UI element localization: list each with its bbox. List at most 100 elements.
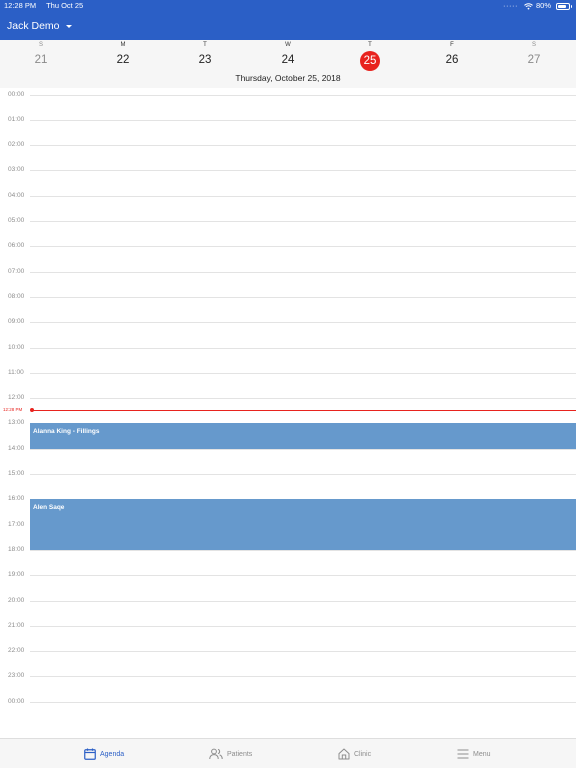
day-number: 22 (116, 54, 130, 66)
day-mon[interactable]: M 22 (103, 40, 143, 70)
day-number: 27 (527, 54, 541, 66)
hour-label: 05:00 (8, 217, 25, 224)
tab-patients[interactable]: Patients (209, 739, 252, 768)
hour-divider (30, 625, 576, 627)
hour-label: 13:00 (8, 419, 25, 427)
hour-divider (30, 94, 576, 96)
tab-label: Patients (227, 750, 253, 758)
day-number: 26 (445, 54, 459, 66)
hour-label: 21:00 (8, 621, 25, 629)
tab-label: Menu (473, 750, 491, 758)
hour-divider (30, 448, 576, 450)
hour-divider (30, 347, 576, 349)
hour-label: 20:00 (8, 596, 25, 604)
hour-label: 15:00 (8, 470, 25, 477)
hour-divider (30, 322, 576, 324)
hour-label: 00:00 (8, 90, 25, 98)
day-number: 24 (281, 54, 295, 66)
hour-label: 09:00 (8, 318, 25, 326)
hour-label: 02:00 (8, 141, 25, 149)
status-right: ····· 80% (502, 0, 572, 12)
hour-divider (30, 246, 576, 248)
day-number: 25 (360, 51, 380, 71)
hour-label: 10:00 (8, 343, 25, 351)
day-letter: T (203, 42, 207, 48)
week-strip: S 21 M 22 T 23 W 24 T 25 F 26 S 27 Thurs… (0, 40, 576, 88)
day-number: 23 (198, 54, 212, 66)
hour-divider (30, 170, 576, 172)
tab-agenda[interactable]: Agenda (84, 739, 124, 768)
hour-divider (30, 195, 576, 197)
day-letter: F (450, 42, 454, 48)
hour-label: 19:00 (8, 571, 25, 579)
day-sat[interactable]: S 27 (514, 40, 554, 70)
tab-label: Clinic (354, 750, 372, 758)
appointment-title: Alen Saqe (33, 504, 65, 512)
hour-label: 23:00 (8, 672, 25, 680)
day-thu[interactable]: T 25 (350, 40, 390, 71)
hour-divider (30, 398, 576, 400)
day-tue[interactable]: T 23 (185, 40, 225, 70)
hour-divider (30, 474, 576, 475)
hour-divider (30, 575, 576, 577)
appointment-block[interactable]: Alanna King - Fillings (30, 423, 576, 449)
wifi-icon (524, 2, 533, 9)
current-time-label: 12:28 PM (3, 406, 23, 412)
bottom-tab-bar: Agenda Patients Clinic Menu (0, 738, 576, 768)
hour-divider (30, 145, 576, 147)
hour-divider (30, 119, 576, 121)
day-sun[interactable]: S 21 (21, 40, 61, 70)
hour-divider (30, 372, 576, 374)
hour-label: 17:00 (8, 520, 25, 528)
calendar-icon (84, 748, 96, 760)
hour-divider (30, 651, 576, 653)
hour-divider (30, 701, 576, 703)
battery-fill (558, 4, 566, 8)
signal-dots-icon: ····· (502, 1, 518, 10)
appointment-block[interactable]: Alen Saqe (30, 499, 576, 550)
hour-label: 01:00 (8, 115, 25, 123)
hour-label: 18:00 (8, 545, 25, 553)
status-bar: 12:28 PM Thu Oct 25 ····· 80% (0, 0, 576, 12)
battery-percent: 80% (535, 1, 551, 10)
day-fri[interactable]: F 26 (432, 40, 472, 70)
day-letter: W (285, 42, 291, 48)
hour-label: 16:00 (8, 495, 25, 503)
hour-label: 11:00 (8, 368, 24, 376)
status-date: Thu Oct 25 (46, 1, 84, 10)
selected-date-label: Thursday, October 25, 2018 (235, 73, 341, 83)
appointment-title: Alanna King - Fillings (33, 428, 100, 436)
hour-label: 00:00 (8, 697, 25, 705)
user-name: Jack Demo (7, 20, 60, 32)
hour-label: 04:00 (8, 191, 25, 199)
hour-divider (30, 676, 576, 678)
status-left: 12:28 PM Thu Oct 25 (4, 0, 91, 12)
app-header: 12:28 PM Thu Oct 25 ····· 80% Jack Demo (0, 0, 576, 40)
hour-divider (30, 296, 576, 298)
hour-divider (30, 221, 576, 222)
battery-icon (556, 2, 572, 10)
hour-label: 14:00 (8, 444, 25, 452)
tab-label: Agenda (100, 750, 125, 758)
day-number: 21 (34, 54, 48, 66)
day-wed[interactable]: W 24 (268, 40, 308, 70)
hour-divider (30, 600, 576, 602)
hour-label: 12:00 (8, 394, 25, 402)
hour-divider (30, 549, 576, 551)
current-time-line (32, 409, 576, 411)
hour-label: 06:00 (8, 242, 25, 250)
user-switcher[interactable]: Jack Demo (7, 20, 72, 32)
users-icon (209, 748, 223, 760)
agenda-timeline[interactable]: 00:00 01:00 02:00 03:00 04:00 05:00 06:0… (0, 88, 576, 738)
tab-menu[interactable]: Menu (457, 739, 491, 768)
hour-label: 03:00 (8, 166, 25, 174)
hour-divider (30, 271, 576, 273)
hour-label: 07:00 (8, 267, 25, 275)
hour-label: 08:00 (8, 292, 25, 300)
day-letter: S (531, 42, 536, 48)
hour-label: 22:00 (8, 647, 25, 655)
menu-icon (457, 749, 469, 759)
home-icon (338, 748, 350, 760)
tab-clinic[interactable]: Clinic (338, 739, 371, 768)
day-letter: M (120, 42, 126, 48)
